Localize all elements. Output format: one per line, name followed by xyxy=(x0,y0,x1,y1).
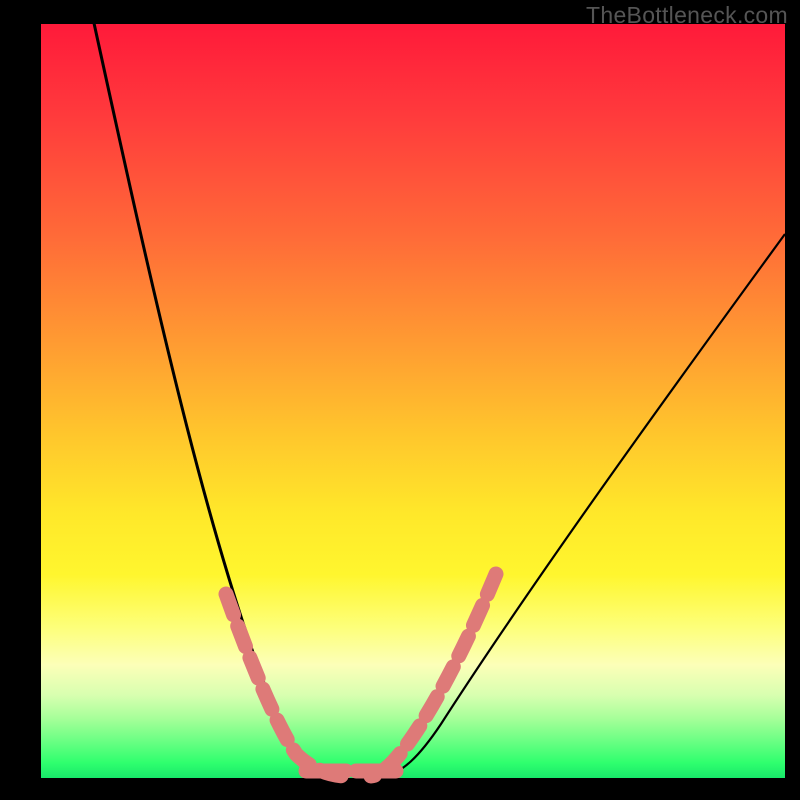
plot-area xyxy=(41,24,785,778)
chart-frame: TheBottleneck.com xyxy=(0,0,800,800)
left-curve xyxy=(92,14,341,776)
right-beads xyxy=(371,574,496,776)
curve-layer xyxy=(41,24,785,778)
left-beads xyxy=(226,594,351,776)
